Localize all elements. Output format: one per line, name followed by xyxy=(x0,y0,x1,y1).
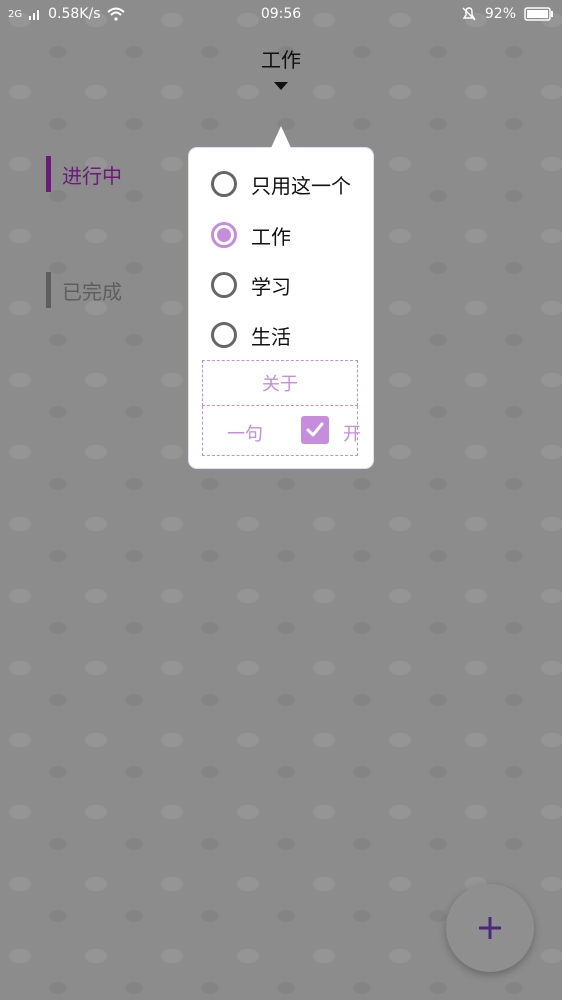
option-only-this-one[interactable]: 只用这一个 xyxy=(211,168,351,200)
about-button[interactable]: 关于 xyxy=(202,360,358,406)
dropdown-caret-icon[interactable] xyxy=(274,82,288,90)
option-label: 只用这一个 xyxy=(251,173,351,198)
category-dropdown-title[interactable]: 工作 xyxy=(0,44,562,73)
option-work[interactable]: 工作 xyxy=(211,219,291,251)
tab-inactive-indicator xyxy=(46,272,51,308)
status-right: 92% xyxy=(461,6,554,22)
battery-icon xyxy=(524,7,553,21)
radio-checked-icon[interactable] xyxy=(211,222,237,248)
radio-unchecked-icon[interactable] xyxy=(211,322,237,348)
radio-unchecked-icon[interactable] xyxy=(211,272,237,298)
tab-completed-label: 已完成 xyxy=(62,280,122,304)
toggle-on-label: 开 xyxy=(343,424,361,445)
quote-toggle-row: 一句 开 xyxy=(202,406,361,456)
option-label: 学习 xyxy=(251,274,291,299)
quote-label: 一句 xyxy=(227,424,263,445)
radio-unchecked-icon[interactable] xyxy=(211,171,237,197)
mute-bell-icon xyxy=(462,7,476,21)
option-life[interactable]: 生活 xyxy=(211,319,291,351)
quote-checkbox[interactable] xyxy=(301,416,329,444)
option-study[interactable]: 学习 xyxy=(211,269,291,301)
option-label: 生活 xyxy=(251,324,291,349)
plus-icon xyxy=(479,917,501,939)
radio-dot xyxy=(217,228,231,242)
category-popup-menu: 只用这一个 工作 学习 生活 关于 一句 开 xyxy=(189,126,373,468)
check-icon xyxy=(306,422,324,437)
tab-active-indicator xyxy=(46,156,51,192)
tab-in-progress-label: 进行中 xyxy=(62,164,122,188)
status-bar: 2G 0.58K/s 09:56 92% xyxy=(0,0,562,30)
option-label: 工作 xyxy=(251,224,291,249)
add-task-button[interactable] xyxy=(446,884,534,972)
battery-percent: 92% xyxy=(484,6,516,22)
